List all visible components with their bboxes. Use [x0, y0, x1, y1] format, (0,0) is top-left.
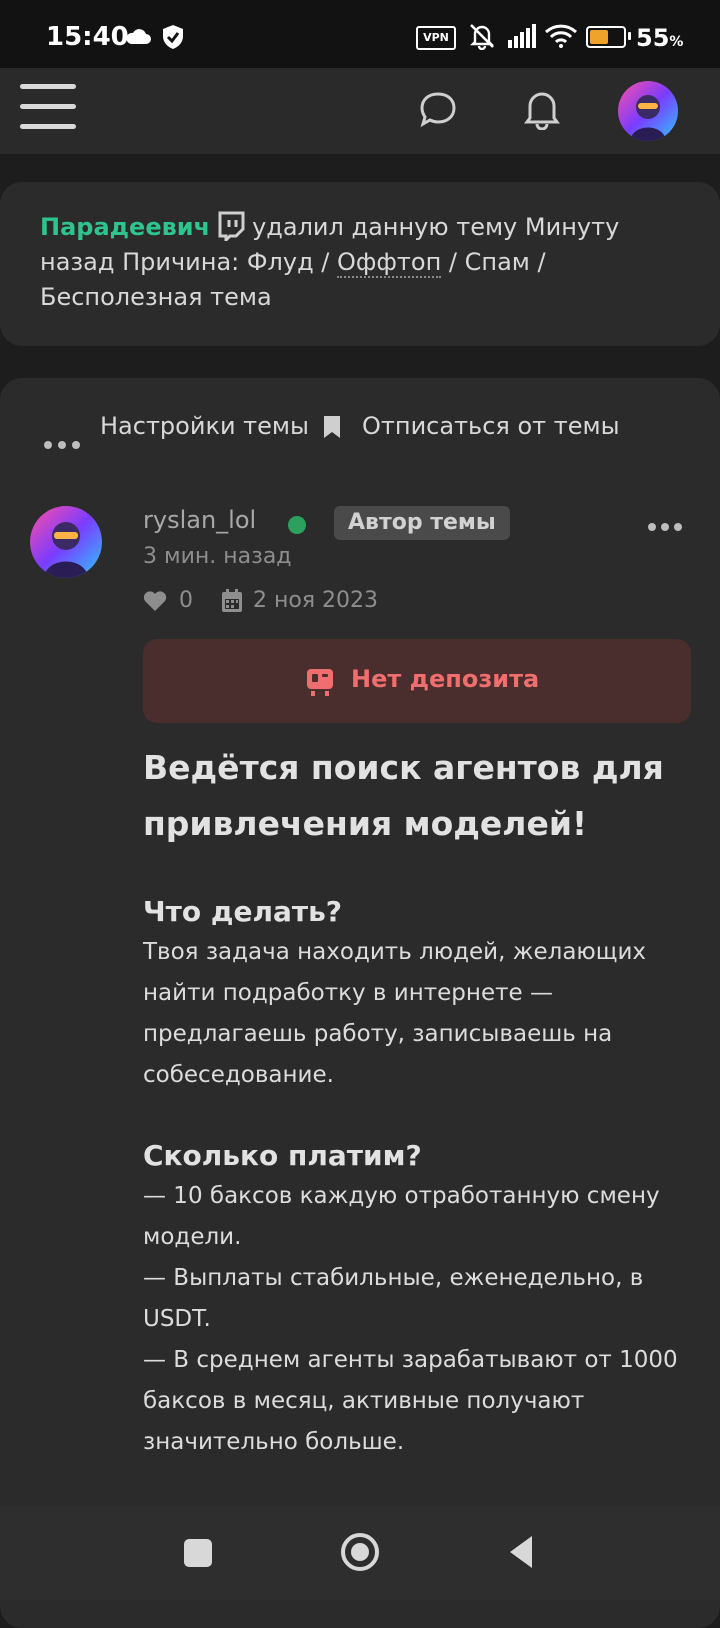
bookmark-icon — [324, 416, 340, 438]
battery-percent: 55% — [636, 24, 684, 52]
notice-text: Парадеевич удалил данную тему Минуту наз… — [40, 211, 620, 311]
vpn-icon: VPN — [416, 26, 456, 50]
deposit-label: Нет депозита — [351, 665, 540, 693]
shield-icon — [163, 25, 183, 49]
post-username[interactable]: ryslan_lol — [143, 506, 256, 534]
system-nav-bar — [0, 1506, 720, 1600]
wifi-icon — [544, 24, 578, 48]
status-bar: 15:40 VPN 55% — [0, 0, 720, 68]
author-badge: Автор темы — [334, 506, 510, 540]
offtop-link[interactable]: Оффтоп — [337, 248, 442, 278]
bell-off-icon — [470, 24, 494, 50]
battery-level — [590, 30, 608, 44]
chat-icon[interactable] — [418, 90, 458, 130]
post-time: 3 мин. назад — [143, 544, 292, 569]
section-heading: Сколько платим? — [143, 1139, 422, 1172]
menu-icon[interactable] — [20, 84, 76, 134]
moderator-username[interactable]: Парадеевич — [40, 213, 210, 241]
more-dots-icon — [44, 423, 86, 459]
avatar[interactable] — [618, 81, 678, 141]
section-text: Твоя задача находить людей, желающих най… — [143, 939, 647, 1088]
thread-card: Настройки темы Отписаться от темы ryslan… — [0, 378, 720, 1628]
thread-settings-label: Настройки темы — [100, 412, 309, 440]
calendar-icon — [222, 589, 242, 612]
unsubscribe-label: Отписаться от темы — [362, 412, 620, 440]
heart-icon[interactable] — [143, 590, 167, 612]
bell-icon[interactable] — [522, 88, 562, 130]
post-title: Ведётся поиск агентов для привлечения мо… — [143, 748, 664, 843]
deletion-notice: Парадеевич удалил данную тему Минуту наз… — [0, 182, 720, 346]
deposit-icon — [307, 669, 333, 696]
likes-count: 0 — [179, 588, 193, 613]
section-heading: Что делать? — [143, 895, 343, 928]
post-body: Ведётся поиск агентов для привлечения мо… — [143, 740, 693, 1503]
cloud-icon — [126, 29, 151, 44]
status-time: 15:40 — [46, 22, 129, 52]
back-button[interactable] — [506, 1534, 536, 1570]
post-date: 2 ноя 2023 — [253, 588, 379, 613]
signal-icon — [508, 24, 536, 48]
deposit-banner: Нет депозита — [143, 639, 691, 723]
post-more-icon[interactable] — [648, 516, 687, 535]
recents-button[interactable] — [184, 1539, 212, 1567]
twitch-icon — [218, 211, 245, 241]
home-button[interactable] — [340, 1532, 380, 1572]
battery-icon — [586, 26, 626, 48]
post-author-avatar[interactable] — [30, 506, 102, 578]
online-status-dot — [288, 516, 306, 534]
section-text: — 10 баксов каждую отработанную смену мо… — [143, 1183, 678, 1455]
app-header — [0, 68, 720, 154]
